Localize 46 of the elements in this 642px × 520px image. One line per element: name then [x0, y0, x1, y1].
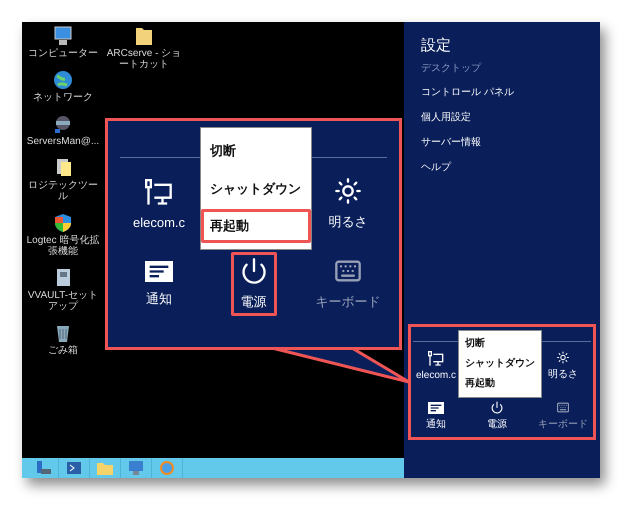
- settings-link[interactable]: 個人用設定: [421, 110, 600, 124]
- desktop-icon-label[interactable]: コンピューター: [28, 48, 98, 59]
- server-icon[interactable]: [35, 461, 51, 475]
- power-icon: [240, 257, 268, 285]
- sun-icon: [555, 351, 571, 364]
- notifications-icon: [145, 260, 173, 282]
- settings-tile[interactable]: elecom.c: [124, 172, 194, 236]
- folder-icon[interactable]: [97, 462, 113, 474]
- settings-tile[interactable]: elecom.c: [413, 348, 460, 384]
- menu-item[interactable]: シャットダウン: [459, 354, 541, 374]
- menu-item[interactable]: 切断: [201, 134, 311, 168]
- monitor-plug-icon: [145, 178, 173, 206]
- settings-tile[interactable]: 通知: [423, 398, 449, 434]
- settings-link[interactable]: サーバー情報: [421, 135, 600, 149]
- folder-icon: [133, 26, 155, 46]
- desktop-icon-label[interactable]: ServersMan@...: [26, 136, 100, 147]
- terminal-icon[interactable]: [67, 462, 81, 474]
- panel-title: 設定: [421, 36, 452, 55]
- globe-icon: [52, 70, 74, 90]
- globe-icon[interactable]: [160, 461, 174, 475]
- desktop-icon-label[interactable]: ごみ箱: [48, 345, 78, 356]
- settings-tile[interactable]: 明るさ: [320, 172, 376, 236]
- sun-icon: [334, 177, 362, 205]
- power-icon: [489, 401, 505, 414]
- menu-item[interactable]: 再起動: [201, 209, 311, 243]
- menu-item[interactable]: 再起動: [459, 374, 541, 394]
- notifications-icon: [428, 402, 444, 414]
- settings-tile[interactable]: 通知: [136, 252, 182, 316]
- settings-tile[interactable]: 電源: [230, 252, 276, 316]
- keyboard-icon: [555, 401, 571, 414]
- desktop-icon-label[interactable]: VVAULT-セットアップ: [24, 290, 102, 312]
- computer-icon: [52, 26, 74, 46]
- settings-link[interactable]: ヘルプ: [421, 160, 600, 174]
- desktop-icon-label[interactable]: ネットワーク: [33, 92, 93, 103]
- computer-icon[interactable]: [128, 461, 144, 475]
- monitor-plug-icon: [428, 351, 444, 367]
- menu-item[interactable]: 切断: [459, 334, 541, 354]
- desktop-icon-label[interactable]: ARCserve - ショートカット: [104, 48, 184, 70]
- desktop-icon-label[interactable]: Logtec 暗号化拡張機能: [24, 235, 102, 257]
- settings-tile[interactable]: 明るさ: [545, 348, 581, 384]
- settings-tile[interactable]: 電源: [484, 398, 510, 434]
- settings-link[interactable]: コントロール パネル: [421, 85, 600, 99]
- panel-subtitle: デスクトップ: [421, 62, 482, 75]
- shield-icon: [52, 213, 74, 233]
- desktop-icon-label[interactable]: ロジテックツール: [24, 180, 102, 202]
- menu-item[interactable]: シャットダウン: [201, 172, 311, 206]
